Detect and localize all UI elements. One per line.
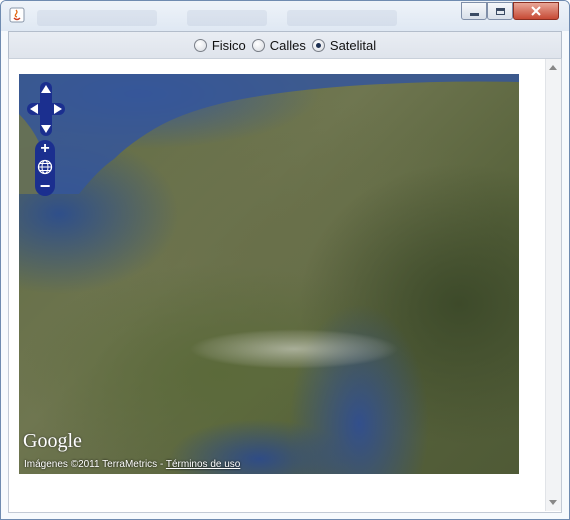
radio-calles[interactable]: Calles xyxy=(251,37,306,53)
map-type-radio-group: Fisico Calles Satelital xyxy=(9,32,561,58)
credits-text: Imágenes ©2011 TerraMetrics - xyxy=(24,459,166,470)
satellite-map[interactable]: + − Google Imágenes ©2011 TerraMetrics -… xyxy=(19,74,519,474)
map-credits: Imágenes ©2011 TerraMetrics - Términos d… xyxy=(24,459,240,470)
radio-satelital-circle[interactable] xyxy=(311,38,325,52)
scroll-up-icon[interactable] xyxy=(549,65,557,70)
radio-satelital-label: Satelital xyxy=(329,37,377,53)
zoom-control: + − xyxy=(35,140,55,196)
radio-fisico-label: Fisico xyxy=(211,37,246,53)
radio-satelital[interactable]: Satelital xyxy=(311,37,377,53)
map-panel: + − Google Imágenes ©2011 TerraMetrics -… xyxy=(8,59,562,513)
zoom-out-icon[interactable]: − xyxy=(35,176,55,196)
close-button[interactable] xyxy=(513,2,559,20)
maximize-icon xyxy=(495,7,505,15)
globe-icon[interactable] xyxy=(37,159,53,175)
java-app-icon[interactable] xyxy=(9,7,25,23)
application-window: Fisico Calles Satelital + − Google Imáge… xyxy=(0,0,570,520)
close-icon xyxy=(531,6,541,16)
background-title-ghost xyxy=(187,10,267,26)
map-type-toolbar: Fisico Calles Satelital xyxy=(8,31,562,59)
vertical-scrollbar[interactable] xyxy=(545,59,561,511)
maximize-button[interactable] xyxy=(487,2,513,20)
radio-fisico-circle[interactable] xyxy=(193,38,207,52)
google-logo[interactable]: Google xyxy=(23,430,82,453)
title-bar[interactable] xyxy=(1,1,569,31)
pan-control[interactable] xyxy=(27,82,65,136)
radio-calles-label: Calles xyxy=(269,37,306,53)
minimize-button[interactable] xyxy=(461,2,487,20)
radio-calles-circle[interactable] xyxy=(251,38,265,52)
scroll-down-icon[interactable] xyxy=(549,500,557,505)
radio-fisico[interactable]: Fisico xyxy=(193,37,246,53)
background-title-ghost xyxy=(37,10,157,26)
background-title-ghost xyxy=(287,10,397,26)
north-sea-overlay xyxy=(19,74,519,194)
alps-snow-texture xyxy=(189,329,399,369)
zoom-in-icon[interactable]: + xyxy=(35,140,55,157)
terms-of-use-link[interactable]: Términos de uso xyxy=(166,459,240,470)
minimize-icon xyxy=(469,12,479,16)
